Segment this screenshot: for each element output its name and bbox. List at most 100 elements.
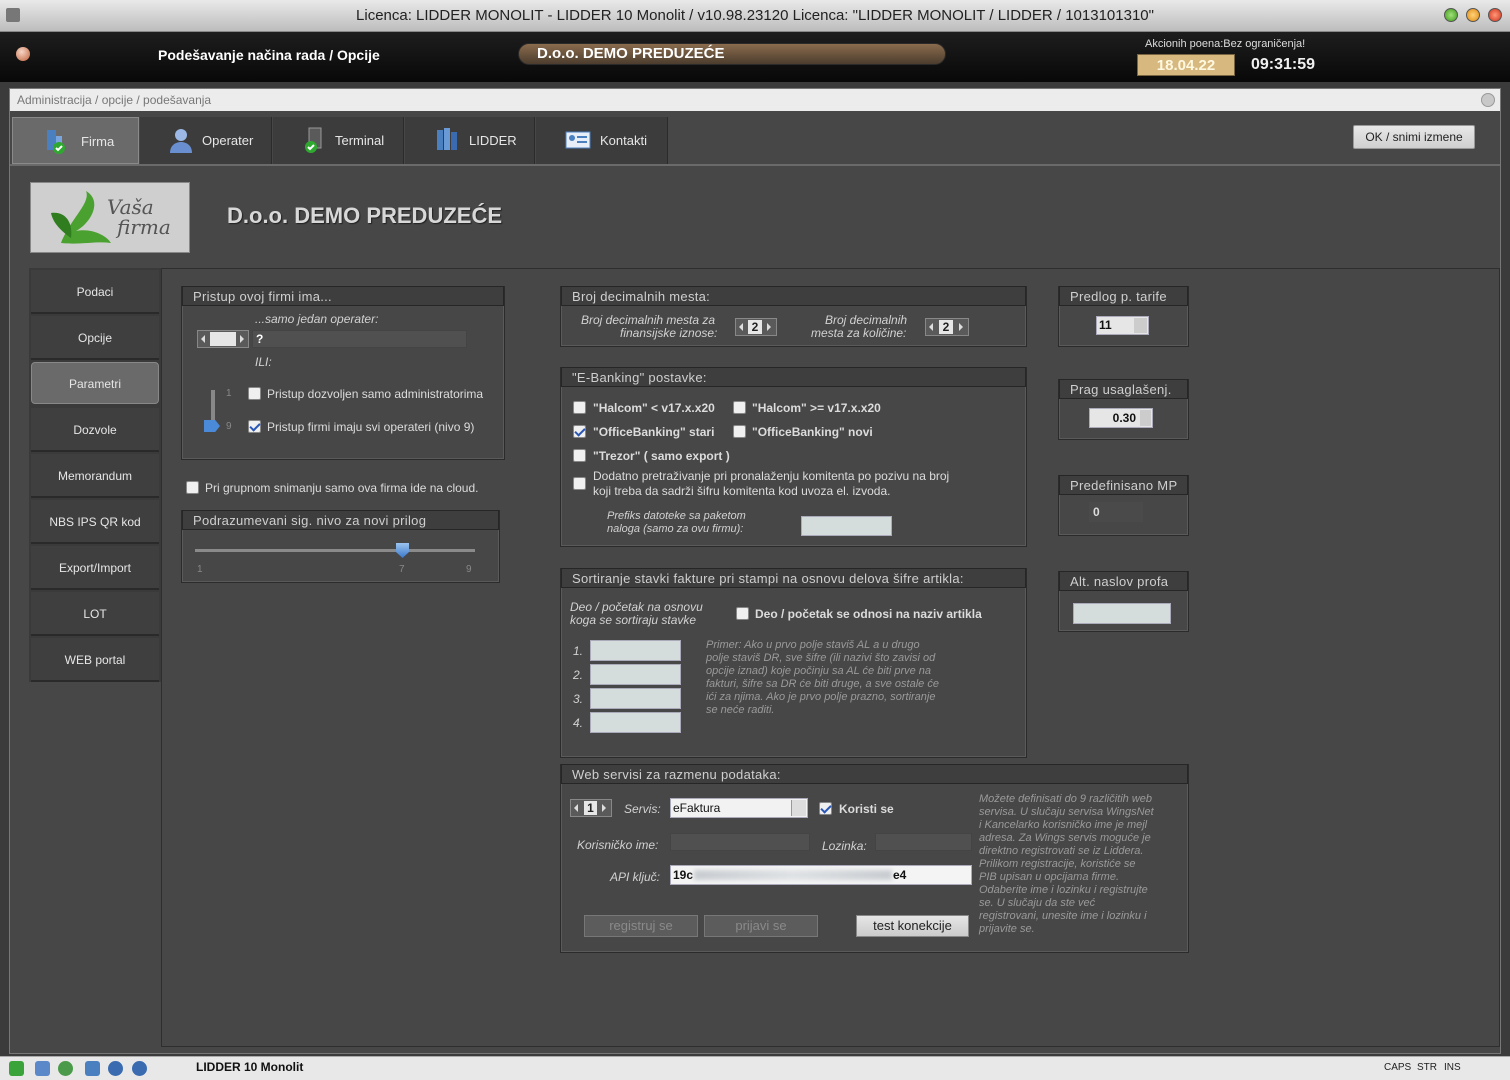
sig-level-value: 7 — [399, 564, 405, 575]
lidder-tray-icon[interactable] — [9, 1061, 24, 1076]
info-tray-icon[interactable] — [132, 1061, 147, 1076]
sort-part-label-2: koga se sortiraju stavke — [570, 613, 697, 627]
use-service-checkbox[interactable] — [819, 802, 832, 815]
officebanking-old-label: "OfficeBanking" stari — [593, 425, 715, 439]
username-label: Korisničko ime: — [577, 838, 659, 852]
sidebar-item-export-import[interactable]: Export/Import — [31, 546, 159, 590]
ebanking-title: "E-Banking" postavke: — [561, 367, 1026, 387]
api-key-input[interactable]: 19c e4 — [670, 865, 972, 885]
fin-decimals-label-1: Broj decimalnih mesta za — [581, 313, 716, 327]
fin-decimals-spinner[interactable]: 2 — [735, 318, 777, 336]
sidebar-item-opcije[interactable]: Opcije — [31, 316, 159, 360]
save-changes-button[interactable]: OK / snimi izmene — [1353, 125, 1475, 149]
halcom-old-label: "Halcom" < v17.x.x20 — [593, 401, 715, 415]
predefined-mp-title: Predefinisano MP — [1059, 475, 1188, 495]
spin-right-icon[interactable] — [602, 804, 606, 812]
spin-left-icon[interactable] — [739, 323, 743, 331]
service-index-value: 1 — [584, 801, 597, 815]
test-connection-button[interactable]: test konekcije — [856, 915, 969, 937]
sidebar-item-memorandum[interactable]: Memorandum — [31, 454, 159, 498]
spin-left-icon[interactable] — [574, 804, 578, 812]
sidebar-item-dozvole[interactable]: Dozvole — [31, 408, 159, 452]
service-index-spinner[interactable]: 1 — [570, 799, 612, 817]
company-logo: Vaša firma — [30, 182, 190, 253]
sidebar-item-web-portal[interactable]: WEB portal — [31, 638, 159, 682]
sig-level-group: Podrazumevani sig. nivo za novi prilog — [181, 510, 500, 583]
tab-terminal[interactable]: Terminal — [273, 117, 404, 164]
tab-label: LIDDER — [469, 133, 517, 148]
sig-level-max: 9 — [466, 564, 472, 575]
officebanking-new-checkbox[interactable] — [733, 425, 746, 438]
prefix-input[interactable] — [801, 516, 892, 536]
extra-search-checkbox[interactable] — [573, 477, 586, 490]
tab-label: Terminal — [335, 133, 385, 148]
sort-input-2[interactable] — [590, 664, 681, 685]
sidebar-item-podaci[interactable]: Podaci — [31, 270, 159, 314]
sidebar-item-lot[interactable]: LOT — [31, 592, 159, 636]
tab-label: Operater — [202, 133, 254, 148]
close-panel-icon[interactable] — [1481, 93, 1495, 107]
spin-left-icon[interactable] — [201, 335, 205, 343]
access-group-title: Pristup ovoj firmi ima... — [182, 286, 504, 306]
use-service-label: Koristi se — [839, 802, 894, 816]
sidebar-item-parametri[interactable]: Parametri — [31, 362, 159, 404]
tab-lidder[interactable]: LIDDER — [405, 117, 535, 164]
tab-firma[interactable]: Firma — [12, 117, 139, 164]
spin-right-icon[interactable] — [767, 323, 771, 331]
sort-input-4[interactable] — [590, 712, 681, 733]
sort-note: Primer: Ako u prvo polje staviš AL a u d… — [706, 639, 939, 716]
password-input[interactable] — [875, 833, 972, 851]
spin-right-icon[interactable] — [959, 323, 963, 331]
check-tray-icon[interactable] — [108, 1061, 123, 1076]
maximize-button[interactable] — [1466, 8, 1480, 22]
halcom-old-checkbox[interactable] — [573, 401, 586, 414]
qty-decimals-spinner[interactable]: 2 — [925, 318, 969, 336]
all-operators-checkbox[interactable] — [248, 420, 261, 433]
register-button[interactable]: registruj se — [584, 915, 698, 937]
username-input[interactable] — [670, 833, 810, 851]
halcom-new-checkbox[interactable] — [733, 401, 746, 414]
close-button[interactable] — [1488, 8, 1502, 22]
api-key-start: 19c — [673, 868, 694, 882]
tab-operater[interactable]: Operater — [140, 117, 272, 164]
threshold-value: 0.30 — [1112, 411, 1136, 425]
window-tray-icon[interactable] — [35, 1061, 50, 1076]
globe-tray-icon[interactable] — [58, 1061, 73, 1076]
officebanking-old-checkbox[interactable] — [573, 425, 586, 438]
tariff-select[interactable]: 11 — [1096, 316, 1149, 335]
menu-orb-icon[interactable] — [16, 47, 30, 61]
tab-kontakti[interactable]: Kontakti — [536, 117, 668, 164]
threshold-spinner[interactable]: 0.30 — [1089, 408, 1153, 428]
fin-decimals-label-2: finansijske iznose: — [620, 326, 718, 340]
decimals-title: Broj decimalnih mesta: — [561, 286, 1026, 306]
company-selector[interactable]: D.o.o. DEMO PREDUZEĆE — [518, 43, 946, 65]
predefined-mp-select[interactable]: 0 — [1089, 502, 1143, 522]
minimize-button[interactable] — [1444, 8, 1458, 22]
operator-spinner[interactable] — [197, 330, 249, 348]
extra-search-label-1: Dodatno pretraživanje pri pronalaženju k… — [593, 469, 950, 483]
lidder-icon — [437, 128, 457, 150]
spin-right-icon[interactable] — [240, 335, 244, 343]
promo-text: Akcionih poena:Bez ograničenja! — [1145, 38, 1306, 50]
sort-by-name-checkbox[interactable] — [736, 607, 749, 620]
login-button[interactable]: prijavi se — [704, 915, 818, 937]
screen-title: Podešavanje načina rada / Opcije — [158, 47, 380, 63]
chevron-down-icon[interactable] — [791, 800, 806, 816]
sort-input-3[interactable] — [590, 688, 681, 709]
threshold-title: Prag usaglašenj. — [1059, 379, 1188, 399]
cloud-checkbox[interactable] — [186, 481, 199, 494]
sidebar-item-nbs-ips-qr[interactable]: NBS IPS QR kod — [31, 500, 159, 544]
trezor-checkbox[interactable] — [573, 449, 586, 462]
sort-row-label: 3. — [573, 692, 584, 706]
admin-only-label: Pristup dozvoljen samo administratorima — [267, 387, 484, 401]
sort-input-1[interactable] — [590, 640, 681, 661]
users-tray-icon[interactable] — [85, 1061, 100, 1076]
sort-row-label: 2. — [573, 668, 584, 682]
prefix-label-1: Prefiks datoteke sa paketom — [607, 510, 746, 522]
chevron-down-icon[interactable] — [1134, 318, 1147, 333]
alt-title-input[interactable] — [1073, 603, 1171, 624]
service-select[interactable]: eFaktura — [670, 798, 808, 818]
admin-only-checkbox[interactable] — [248, 387, 261, 400]
spin-left-icon[interactable] — [929, 323, 933, 331]
spin-updown-icon[interactable] — [1140, 410, 1151, 426]
